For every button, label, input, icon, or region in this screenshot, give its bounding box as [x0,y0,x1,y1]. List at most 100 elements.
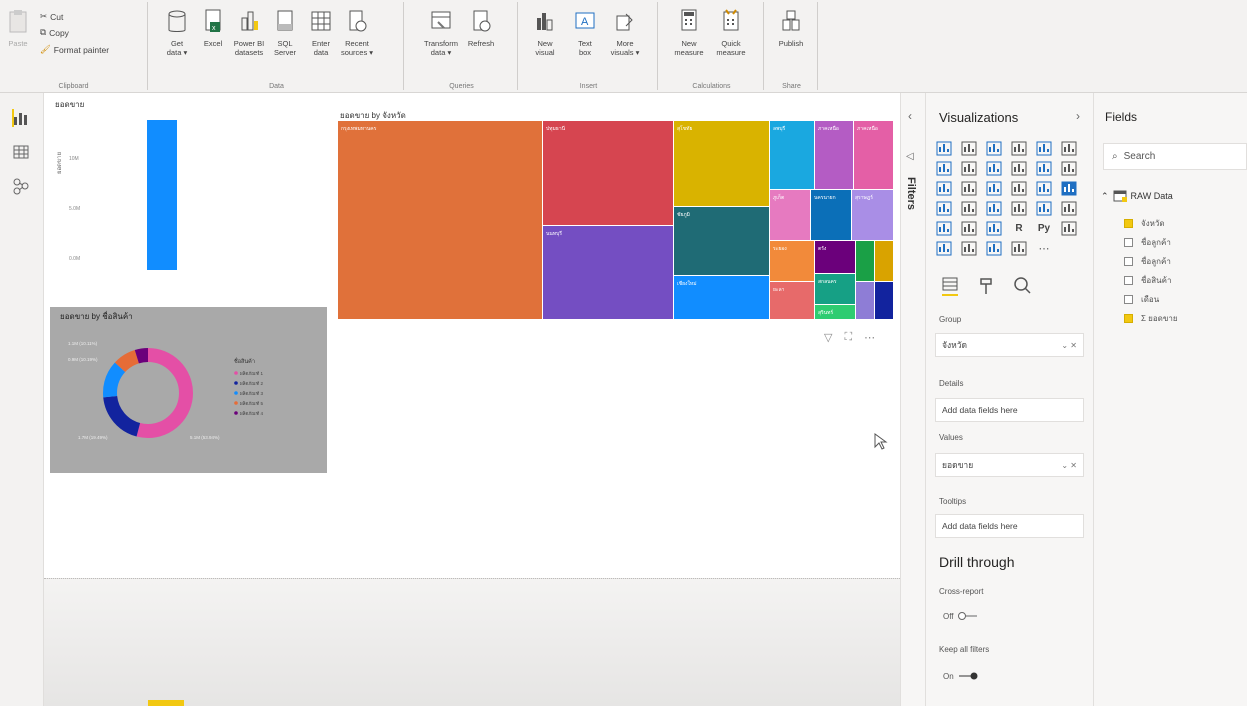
excel-button[interactable]: x Excel [196,8,230,48]
remove-group-field-icon[interactable]: ⌄ ✕ [1061,341,1077,350]
card-visual-icon[interactable] [1010,200,1028,217]
page-tab-active[interactable] [148,700,184,706]
line-stacked-visual-icon[interactable] [1035,160,1053,177]
filled-map-visual-icon[interactable] [960,200,978,217]
slicer-visual-icon[interactable] [935,220,953,237]
more-visuals-button[interactable]: More visuals ▾ [608,8,642,57]
funnel-visual-icon[interactable] [960,180,978,197]
field-item[interactable]: ชื่อลูกค้า [1124,236,1171,249]
cut-button[interactable]: ✂ Cut [40,11,63,22]
field-checkbox[interactable] [1124,295,1133,304]
waterfall-visual-icon[interactable] [935,180,953,197]
stacked-bar-visual-icon[interactable] [935,140,953,157]
paste-button[interactable]: Paste [4,8,32,48]
donut-chart-visual[interactable]: ยอดขาย by ชื่อสินค้า 1.1M (10.11%) 0.9M … [50,307,327,473]
details-well[interactable]: Add data fields here [935,398,1084,422]
analytics-magnifier-icon[interactable] [1012,275,1032,297]
r-visual-visual-icon[interactable]: R [1010,220,1028,237]
legend-item-1[interactable]: ผลิตภัณฑ์ 1 [240,370,263,376]
treemap-cell-21[interactable] [875,282,893,319]
tooltips-well[interactable]: Add data fields here [935,514,1084,538]
filter-expand-icon[interactable]: ◁ [906,151,914,162]
kpi-visual-icon[interactable] [1060,200,1078,217]
table-node-raw-data[interactable]: ⌃ RAW Data [1101,190,1173,202]
field-checkbox[interactable] [1124,238,1133,247]
more-options-icon[interactable]: ⋯ [864,331,875,344]
text-box-button[interactable]: A Text box [568,8,602,57]
field-item[interactable]: เดือน [1124,293,1159,306]
100-column-visual-icon[interactable] [1060,140,1078,157]
table-visual-icon[interactable] [960,220,978,237]
focus-mode-icon[interactable]: ⛶ [844,331,852,344]
report-canvas[interactable]: ยอดขาย ยอดขาย 10M 5.0M 0.0M ยอดขาย by ชื… [44,93,900,706]
multi-row-card-visual-icon[interactable] [1035,200,1053,217]
new-measure-button[interactable]: New measure [672,8,706,57]
field-checkbox[interactable] [1124,257,1133,266]
paginated-visual-icon[interactable] [1010,240,1028,257]
legend-item-5[interactable]: ผลิตภัณฑ์ 4 [240,410,263,416]
bar-total-sales[interactable] [147,120,177,270]
key-influencers-visual-icon[interactable] [1060,220,1078,237]
fields-tab-icon[interactable] [940,275,960,297]
collapse-left-icon[interactable]: ‹ [908,109,912,123]
filters-label[interactable]: Filters [905,177,917,210]
transform-data-button[interactable]: Transform data ▾ [424,8,458,57]
stacked-column-visual-icon[interactable] [960,140,978,157]
treemap-cell-3[interactable] [543,226,673,319]
filter-icon[interactable]: ▽ [824,331,832,344]
treemap-visual-icon[interactable] [1060,180,1078,197]
decomposition-tree-visual-icon[interactable] [935,240,953,257]
treemap-visual[interactable]: ยอดขาย by จังหวัด กรุงเทพมหานคร ปทุมธานี… [335,107,898,323]
pie-visual-icon[interactable] [1010,180,1028,197]
recent-sources-button[interactable]: Recent sources ▾ [340,8,374,57]
smart-narrative-visual-icon[interactable] [985,240,1003,257]
legend-item-4[interactable]: ผลิตภัณฑ์ 5 [240,400,263,406]
line-column-visual-icon[interactable] [1010,160,1028,177]
qa-visual-icon[interactable] [960,240,978,257]
chevron-right-icon[interactable]: › [1076,109,1080,123]
filters-pane-collapsed[interactable]: ‹ ◁ Filters [900,93,926,706]
power-bi-datasets-button[interactable]: Power BI datasets [232,8,266,57]
field-item[interactable]: จังหวัด [1124,217,1165,230]
treemap-cell-2[interactable] [543,121,673,225]
cross-report-toggle[interactable]: Off [943,611,979,621]
field-item[interactable]: Σ ยอดขาย [1124,312,1178,325]
copy-button[interactable]: ⧉ Copy [40,27,69,38]
keep-filters-toggle[interactable]: On [943,671,979,681]
remove-values-field-icon[interactable]: ⌄ ✕ [1061,461,1077,470]
clustered-column-visual-icon[interactable] [1010,140,1028,157]
publish-button[interactable]: Publish [774,8,808,48]
python-visual-visual-icon[interactable]: Py [1035,220,1053,237]
treemap-cell-16[interactable] [875,241,893,281]
quick-measure-button[interactable]: Quick measure [714,8,748,57]
field-checkbox[interactable] [1124,276,1133,285]
100-bar-visual-icon[interactable] [1035,140,1053,157]
more-visual-icon[interactable]: ⋯ [1035,240,1053,257]
field-item[interactable]: ชื่อสินค้า [1124,274,1171,287]
bar-chart-visual[interactable]: ยอดขาย ยอดขาย 10M 5.0M 0.0M [53,98,333,298]
treemap-cell-15[interactable] [856,241,874,281]
donut-visual-icon[interactable] [1035,180,1053,197]
treemap-cell-20[interactable] [856,282,874,319]
treemap-cell-4[interactable] [674,121,769,206]
matrix-visual-icon[interactable] [985,220,1003,237]
gauge-visual-icon[interactable] [985,200,1003,217]
clustered-bar-visual-icon[interactable] [985,140,1003,157]
map-visual-icon[interactable] [935,200,953,217]
format-paint-roller-icon[interactable] [976,275,996,297]
new-visual-button[interactable]: New visual [528,8,562,57]
scatter-visual-icon[interactable] [985,180,1003,197]
field-checkbox[interactable] [1124,314,1133,323]
get-data-button[interactable]: Get data ▾ [160,8,194,57]
legend-item-3[interactable]: ผลิตภัณฑ์ 3 [240,390,263,396]
legend-item-2[interactable]: ผลิตภัณฑ์ 2 [240,380,263,386]
model-view-icon[interactable] [12,177,30,195]
line-visual-icon[interactable] [935,160,953,177]
field-item[interactable]: ชื่อลูกค้า [1124,255,1171,268]
field-checkbox[interactable] [1124,219,1133,228]
group-well[interactable]: จังหวัด ⌄ ✕ [935,333,1084,357]
report-view-icon[interactable] [12,109,30,127]
treemap-cell-bangkok[interactable] [338,121,542,319]
format-painter-button[interactable]: 🖌 Format painter [40,44,109,55]
values-well[interactable]: ยอดขาย ⌄ ✕ [935,453,1084,477]
